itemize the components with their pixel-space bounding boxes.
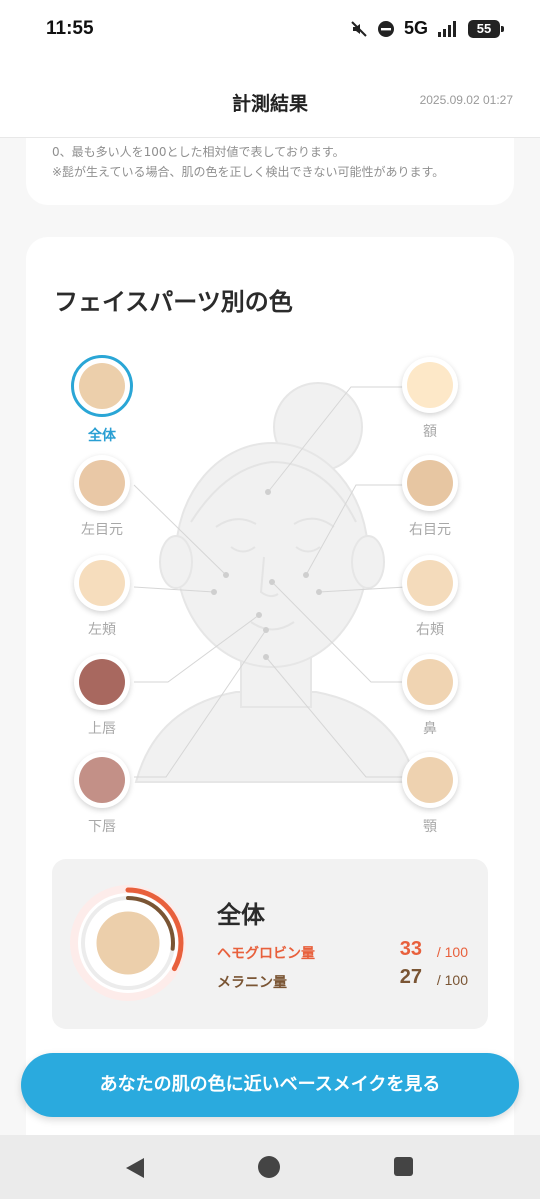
recent-apps-icon[interactable] bbox=[394, 1157, 413, 1176]
view-base-makeup-button[interactable]: あなたの肌の色に近いベースメイクを見る bbox=[21, 1053, 519, 1117]
battery-icon: 55 bbox=[468, 19, 504, 38]
face-part-right-eye[interactable]: 右目元 bbox=[390, 455, 470, 539]
color-swatch bbox=[79, 659, 125, 705]
color-swatch bbox=[407, 460, 453, 506]
face-part-label: 右目元 bbox=[409, 522, 451, 538]
face-part-label: 上唇 bbox=[88, 721, 116, 737]
measurement-date: 2025.09.02 01:27 bbox=[419, 93, 513, 107]
swatch-ring bbox=[402, 455, 458, 511]
note-line: ※髭が生えている場合、肌の色を正しく検出できない可能性があります。 bbox=[52, 165, 445, 179]
color-swatch bbox=[79, 460, 125, 506]
face-part-label: 額 bbox=[423, 424, 437, 440]
color-swatch bbox=[407, 757, 453, 803]
system-nav-bar bbox=[0, 1135, 540, 1199]
color-swatch bbox=[407, 659, 453, 705]
face-part-label: 左頬 bbox=[88, 622, 116, 638]
face-part-label: 顎 bbox=[423, 819, 437, 835]
face-part-left-cheek[interactable]: 左頬 bbox=[62, 555, 142, 639]
face-part-overall[interactable]: 全体 bbox=[62, 355, 142, 445]
status-time: 11:55 bbox=[46, 18, 94, 39]
swatch-ring bbox=[74, 455, 130, 511]
network-type: 5G bbox=[403, 18, 428, 38]
app-header: 計測結果 2025.09.02 01:27 bbox=[0, 60, 540, 138]
face-part-nose[interactable]: 鼻 bbox=[390, 654, 470, 738]
face-part-lower-lip[interactable]: 下唇 bbox=[62, 752, 142, 836]
face-part-label: 鼻 bbox=[423, 721, 437, 737]
signal-icon bbox=[438, 20, 456, 37]
swatch-ring-selected bbox=[71, 355, 133, 417]
summary-color-swatch bbox=[93, 908, 163, 978]
swatch-ring bbox=[402, 752, 458, 808]
summary-title: 全体 bbox=[217, 901, 265, 929]
melanin-label: メラニン量 bbox=[217, 975, 287, 991]
melanin-max: / 100 bbox=[436, 972, 468, 988]
face-part-label: 下唇 bbox=[88, 819, 116, 835]
swatch-ring bbox=[74, 555, 130, 611]
face-part-label: 全体 bbox=[88, 428, 116, 444]
hemoglobin-value: 33 bbox=[399, 938, 422, 960]
color-swatch bbox=[407, 362, 453, 408]
face-part-left-eye[interactable]: 左目元 bbox=[62, 455, 142, 539]
face-part-chin[interactable]: 顎 bbox=[390, 752, 470, 836]
hemoglobin-max: / 100 bbox=[436, 944, 468, 960]
melanin-value: 27 bbox=[399, 966, 422, 988]
skin-ring-gauge bbox=[70, 885, 186, 1001]
status-bar: 11:55 5G 55 bbox=[0, 0, 540, 60]
face-part-right-cheek[interactable]: 右頬 bbox=[390, 555, 470, 639]
hemoglobin-label: ヘモグロビン量 bbox=[217, 946, 315, 962]
note-line: 0、最も多い人を100とした相対値で表しております。 bbox=[52, 145, 345, 159]
back-icon[interactable] bbox=[124, 1157, 146, 1179]
color-swatch bbox=[79, 757, 125, 803]
do-not-disturb-icon bbox=[377, 20, 394, 37]
mute-icon bbox=[351, 20, 367, 37]
summary-panel: 全体 ヘモグロビン量 33 / 100 メラニン量 27 / 100 bbox=[52, 859, 488, 1029]
face-part-forehead[interactable]: 額 bbox=[390, 357, 470, 441]
color-swatch bbox=[79, 560, 125, 606]
swatch-ring bbox=[74, 654, 130, 710]
face-part-label: 右頬 bbox=[416, 622, 444, 638]
home-icon[interactable] bbox=[258, 1156, 280, 1178]
swatch-ring bbox=[402, 654, 458, 710]
face-part-label: 左目元 bbox=[81, 522, 123, 538]
swatch-ring bbox=[402, 357, 458, 413]
status-icons: 5G 55 bbox=[350, 18, 504, 39]
color-swatch bbox=[407, 560, 453, 606]
swatch-ring bbox=[402, 555, 458, 611]
color-swatch bbox=[79, 363, 125, 409]
face-part-upper-lip[interactable]: 上唇 bbox=[62, 654, 142, 738]
swatch-ring bbox=[74, 752, 130, 808]
